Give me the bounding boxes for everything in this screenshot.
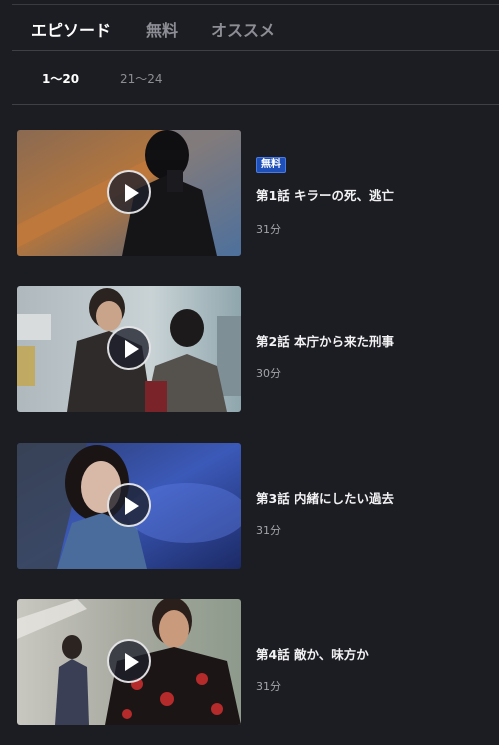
episode-item-2[interactable]: 第2話 本庁から来た刑事 30分 (17, 286, 487, 412)
episode-item-1[interactable]: 無料 第1話 キラーの死、逃亡 31分 (17, 130, 487, 256)
range-21-24[interactable]: 21〜24 (120, 70, 163, 87)
episode-item-3[interactable]: 第3話 内緒にしたい過去 31分 (17, 443, 487, 569)
free-badge: 無料 (256, 157, 286, 173)
episode-title: 第1話 キラーの死、逃亡 (256, 188, 395, 203)
episode-title: 第2話 本庁から来た刑事 (256, 334, 395, 349)
episode-item-4[interactable]: 第4話 敵か、味方か 31分 (17, 599, 487, 725)
top-divider (12, 4, 499, 5)
episode-thumbnail[interactable] (17, 130, 241, 256)
play-icon[interactable] (107, 639, 151, 683)
episode-thumbnail[interactable] (17, 599, 241, 725)
episode-duration: 31分 (256, 223, 281, 236)
tab-recommended[interactable]: オススメ (211, 17, 275, 41)
episode-thumbnail[interactable] (17, 443, 241, 569)
play-icon[interactable] (107, 326, 151, 370)
episode-title: 第3話 内緒にしたい過去 (256, 491, 395, 506)
tab-episodes[interactable]: エピソード (31, 17, 111, 41)
range-divider (12, 104, 499, 105)
episode-duration: 30分 (256, 367, 281, 380)
play-icon[interactable] (107, 483, 151, 527)
episode-duration: 31分 (256, 680, 281, 693)
episode-thumbnail[interactable] (17, 286, 241, 412)
play-icon[interactable] (107, 170, 151, 214)
tabs-divider (12, 50, 499, 51)
range-1-20[interactable]: 1〜20 (42, 70, 79, 87)
episode-duration: 31分 (256, 524, 281, 537)
tab-free[interactable]: 無料 (146, 17, 178, 41)
episode-title: 第4話 敵か、味方か (256, 647, 369, 662)
